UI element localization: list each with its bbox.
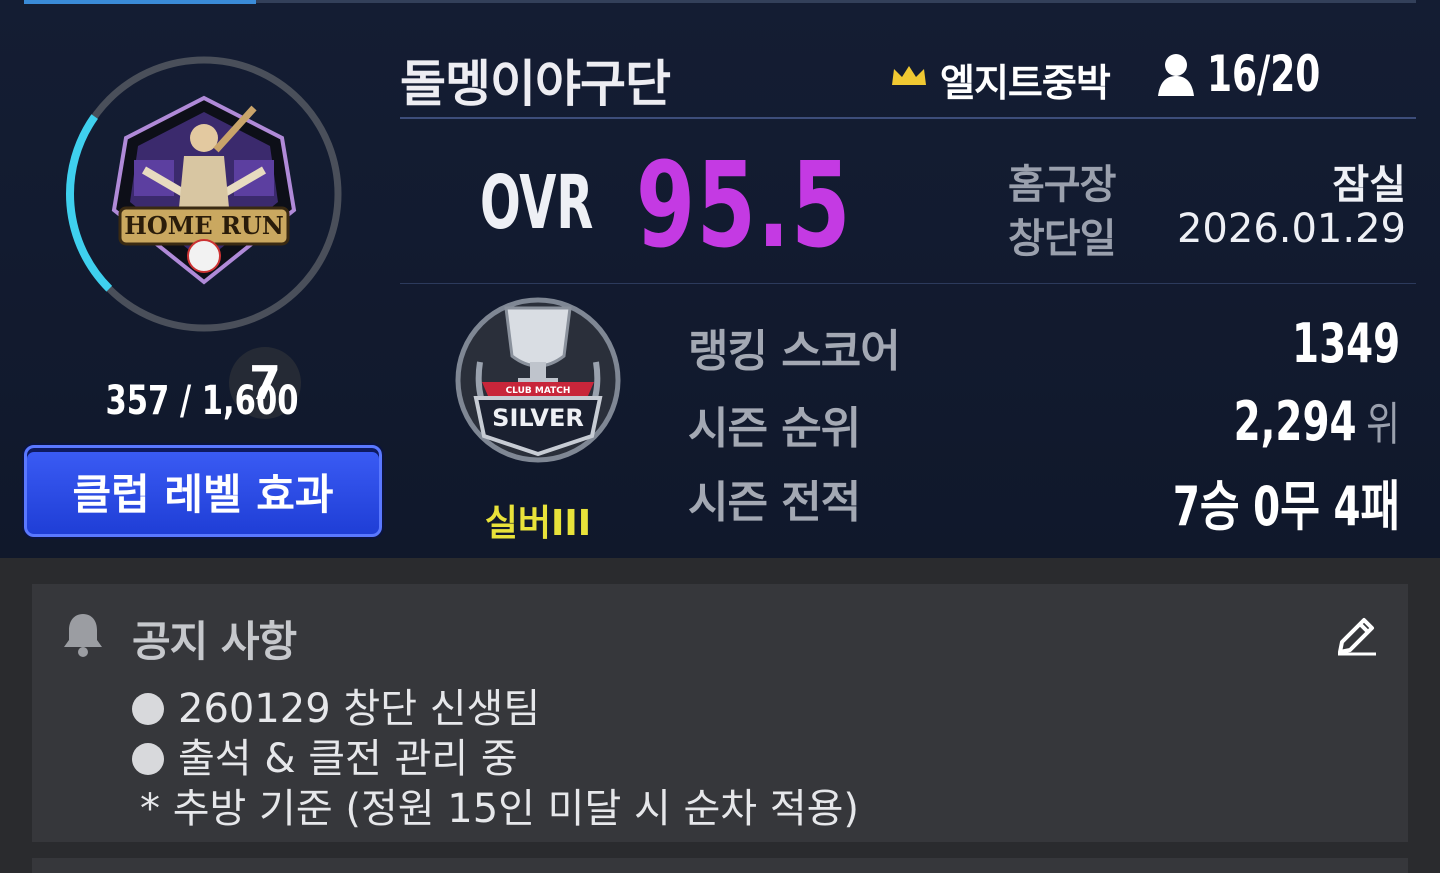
club-emblem-logo: HOME RUN xyxy=(111,95,297,285)
season-record-label: 시즌 전적 xyxy=(688,477,861,528)
next-panel-edge xyxy=(32,858,1408,873)
header-divider xyxy=(400,117,1416,119)
home-stadium-value: 잠실 xyxy=(1332,162,1406,208)
club-emblem-area: HOME RUN 7 xyxy=(62,52,346,419)
notice-line: * 추방 기준 (정원 15인 미달 시 순차 적용) xyxy=(140,786,860,832)
club-name: 돌멩이야구단 xyxy=(400,55,671,113)
member-count: 16/20 xyxy=(1207,45,1321,103)
notice-panel: 공지 사항 260129 창단 신생팀 출석 & 클전 관리 중 * 추방 기준… xyxy=(32,584,1408,842)
edit-pencil-icon[interactable] xyxy=(1336,612,1378,656)
ovr-value: 95.5 xyxy=(636,136,852,274)
crown-icon xyxy=(892,66,926,85)
bullet-icon xyxy=(132,693,164,725)
club-master-name: 엘지트중박 xyxy=(940,61,1111,105)
season-rank-value: 2,294 위 xyxy=(1234,388,1400,454)
tab-divider xyxy=(256,0,1416,3)
bell-icon xyxy=(64,614,102,657)
tab-indicator xyxy=(24,0,256,4)
season-rank-label: 시즌 순위 xyxy=(688,403,861,454)
founded-date-label: 창단일 xyxy=(1008,216,1116,262)
club-level-effect-button[interactable]: 클럽 레벨 효과 xyxy=(24,445,382,537)
season-rank-unit: 위 xyxy=(1366,397,1400,451)
founded-date-value: 2026.01.29 xyxy=(1176,206,1406,252)
season-record-value: 7승 0무 4패 xyxy=(1172,475,1400,538)
person-icon xyxy=(1158,54,1194,96)
notice-title: 공지 사항 xyxy=(132,617,297,666)
tier-name: 실버III xyxy=(484,503,592,544)
season-rank-number: 2,294 xyxy=(1233,390,1357,453)
ovr-divider xyxy=(400,283,1416,284)
ranking-score-label: 랭킹 스코어 xyxy=(688,326,901,377)
club-exp-text: 357 / 1,600 xyxy=(105,378,299,424)
silver-tier-trophy-icon: CLUB MATCH SILVER xyxy=(455,297,621,463)
club-info-panel: HOME RUN 7 357 / 1,600 클럽 레벨 효과 돌멩이야구단 엘… xyxy=(0,0,1440,558)
bullet-icon xyxy=(132,743,164,775)
ovr-label: OVR xyxy=(480,160,594,246)
tier-ribbon-text: CLUB MATCH xyxy=(506,386,571,396)
tier-badge-text: SILVER xyxy=(492,404,584,432)
emblem-text: HOME RUN xyxy=(124,211,284,240)
home-stadium-label: 홈구장 xyxy=(1008,162,1116,208)
ranking-score-value: 1349 xyxy=(1291,312,1400,375)
